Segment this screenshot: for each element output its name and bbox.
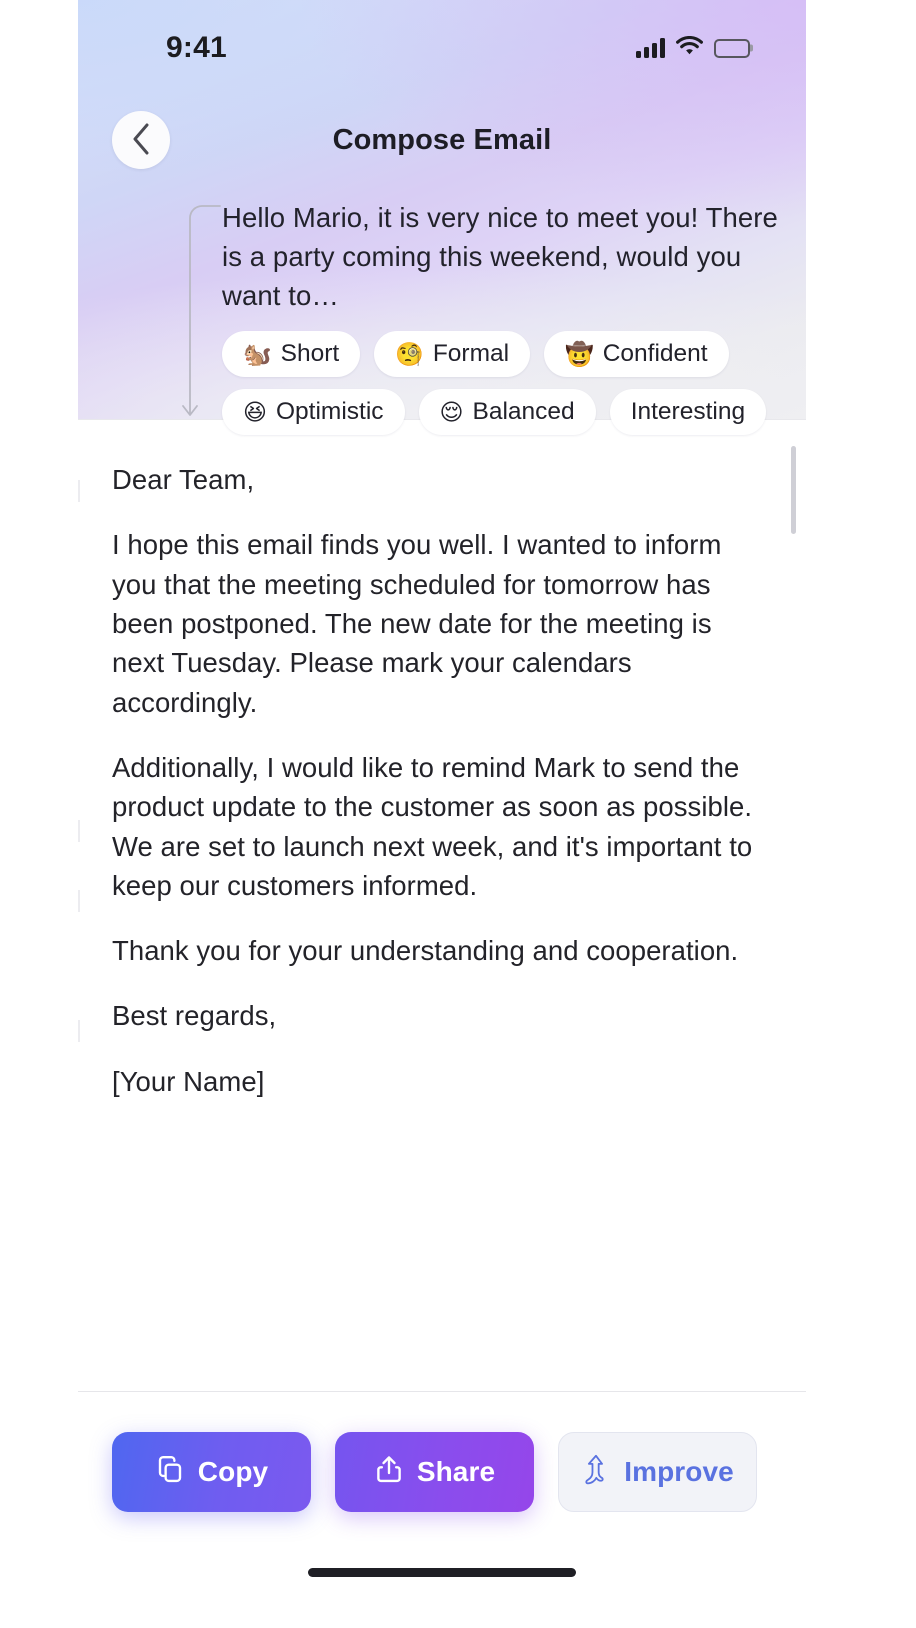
chip-label: Short: [280, 340, 340, 368]
chip-confident[interactable]: 🤠 Confident: [544, 331, 729, 378]
body-paragraph: [Your Name]: [112, 1065, 265, 1097]
phone-screen: 9:41 Compose Email Hello Mario, it is ve…: [78, 0, 806, 1628]
monocle-face-emoji: 🧐: [395, 340, 424, 367]
chip-optimistic[interactable]: 😆 Optimistic: [222, 389, 405, 436]
wifi-icon: [676, 35, 703, 61]
curved-arrow-down-icon: [174, 198, 222, 435]
home-indicator[interactable]: [308, 1568, 576, 1577]
body-paragraph: Best regards,: [112, 1000, 277, 1032]
copy-button-label: Copy: [197, 1456, 269, 1487]
header-panel: 9:41 Compose Email Hello Mario, it is ve…: [78, 0, 806, 436]
nav-bar: Compose Email: [78, 96, 806, 184]
prompt-text: Hello Mario, it is very nice to meet you…: [222, 202, 778, 312]
body-paragraph: I hope this email finds you well. I want…: [112, 529, 722, 718]
chip-label: Confident: [602, 340, 708, 368]
chip-formal[interactable]: 🧐 Formal: [374, 331, 531, 378]
scrollbar-thumb[interactable]: [791, 446, 796, 534]
action-bar: Copy Share Improve: [78, 1392, 806, 1552]
improve-button[interactable]: Improve: [558, 1432, 757, 1512]
improve-button-label: Improve: [624, 1456, 734, 1487]
email-body-text[interactable]: Dear Team, I hope this email finds you w…: [78, 420, 806, 1391]
email-body-panel: Dear Team, I hope this email finds you w…: [78, 419, 806, 1391]
prompt-column: Hello Mario, it is very nice to meet you…: [222, 198, 806, 436]
cowboy-hat-face-emoji: 🤠: [565, 340, 594, 367]
grinning-squinting-face-emoji: 😆: [243, 398, 267, 425]
share-button-label: Share: [416, 1456, 496, 1487]
body-paragraph: Dear Team,: [112, 464, 255, 495]
status-bar-time: 9:41: [166, 31, 227, 64]
battery-full-icon: [714, 38, 750, 58]
chipmunk-emoji: 🐿️: [243, 340, 272, 367]
tone-chip-list: 🐿️ Short 🧐 Formal 🤠 Confident 😆 Optimist…: [222, 331, 778, 436]
body-paragraph: Additionally, I would like to remind Mar…: [112, 751, 753, 901]
chip-label: Interesting: [630, 398, 746, 426]
page-title: Compose Email: [332, 123, 552, 156]
status-bar: 9:41: [78, 0, 806, 96]
share-button[interactable]: Share: [335, 1432, 534, 1512]
copy-icon: [155, 1454, 185, 1491]
signal-bars-icon: [636, 38, 665, 58]
scrollbar[interactable]: [791, 428, 796, 1383]
home-indicator-area: [78, 1552, 806, 1628]
status-bar-icons: [636, 35, 750, 61]
chip-label: Balanced: [472, 398, 575, 426]
copy-button[interactable]: Copy: [112, 1432, 311, 1512]
body-paragraph: Thank you for your understanding and coo…: [112, 935, 739, 967]
chip-label: Optimistic: [275, 398, 384, 426]
chip-balanced[interactable]: 😌 Balanced: [418, 389, 596, 436]
relieved-face-emoji: 😌: [439, 398, 464, 425]
chip-short[interactable]: 🐿️ Short: [222, 331, 361, 378]
magic-arrow-up-icon: [581, 1453, 611, 1492]
chip-label: Formal: [432, 340, 510, 368]
prompt-area: Hello Mario, it is very nice to meet you…: [78, 184, 806, 436]
chip-interesting[interactable]: Interesting: [609, 389, 767, 436]
share-upload-icon: [374, 1454, 404, 1491]
